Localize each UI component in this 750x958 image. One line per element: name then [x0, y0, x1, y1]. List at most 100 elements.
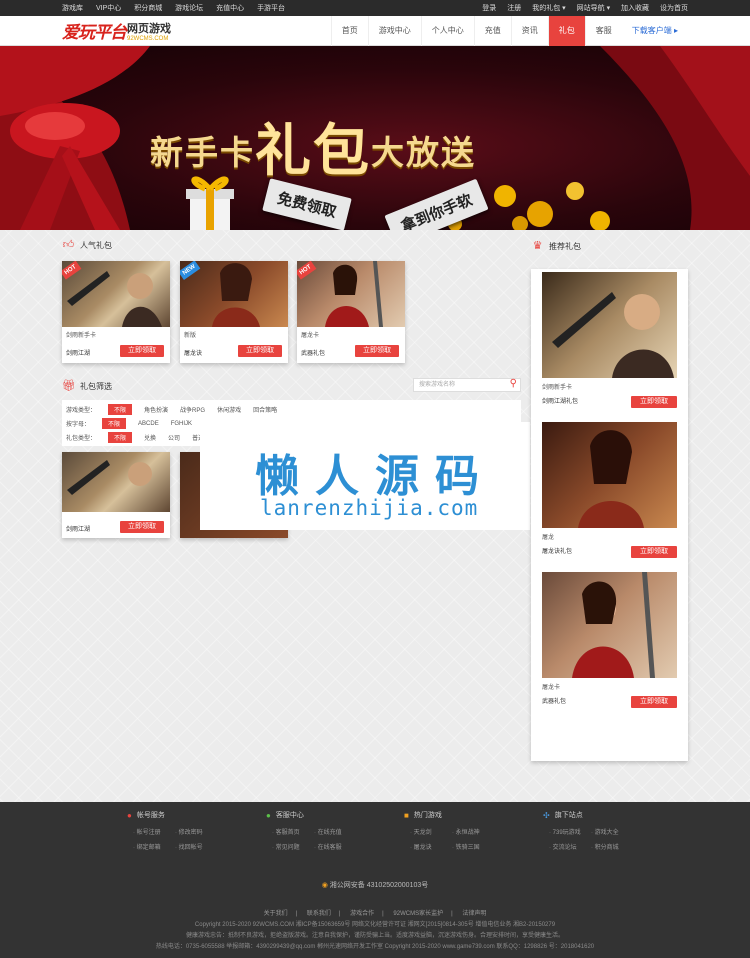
- footer-link[interactable]: 天龙剑: [410, 827, 452, 836]
- footer-link[interactable]: 交流论坛: [549, 842, 591, 851]
- login-link[interactable]: 登录: [482, 5, 496, 12]
- footer-link[interactable]: 在线客服: [314, 842, 356, 851]
- filter-option-selected[interactable]: 不限: [102, 418, 127, 429]
- download-client-link[interactable]: 下载客户端 ▸: [622, 16, 688, 46]
- claim-button[interactable]: 立即领取: [120, 345, 164, 357]
- filter-option[interactable]: FGHIJK: [171, 421, 192, 427]
- footer-link[interactable]: 游戏大全: [591, 827, 633, 836]
- nav-recharge[interactable]: 充值: [473, 15, 511, 46]
- filter-label: 礼包类型：: [66, 436, 97, 442]
- top-link-mall[interactable]: 积分商城: [134, 5, 162, 12]
- watermark-en: lanrenzhijia.com: [260, 496, 479, 520]
- footer-link[interactable]: 永恒战神: [452, 827, 494, 836]
- police-record-text[interactable]: 湘公网安备 43102502000103号: [330, 882, 428, 889]
- health-notice-line: 健康游戏忠告：抵制不良游戏，拒绝盗版游戏。注意自我保护，谨防受骗上当。适度游戏益…: [185, 933, 564, 939]
- top-link-recharge[interactable]: 充值中心: [216, 5, 244, 12]
- filter-option[interactable]: 兑换: [144, 433, 156, 442]
- search-icon[interactable]: ⚲: [510, 378, 517, 390]
- footer-col-title: 客服中心: [275, 812, 304, 819]
- filter-row-gift-type: 礼包类型： 不限 兑换 公司 普通: [66, 432, 216, 443]
- footer-link[interactable]: 739玩游戏: [549, 827, 591, 836]
- game-art: [578, 430, 644, 528]
- game-thumbnail: [542, 572, 677, 678]
- watermark-cn: 懒人源码: [255, 451, 495, 502]
- top-link-vip[interactable]: VIP中心: [96, 5, 121, 12]
- gift-card[interactable]: NEW 新版 屠龙诀 立即领取: [180, 261, 288, 363]
- footer-link[interactable]: 客服首页: [272, 827, 314, 836]
- contact-link[interactable]: 联系我们: [307, 911, 331, 917]
- register-link[interactable]: 注册: [507, 5, 521, 12]
- claim-button[interactable]: 立即领取: [631, 396, 677, 408]
- filter-option[interactable]: 公司: [168, 433, 180, 442]
- recommend-card[interactable]: 屠龙卡 武器礼包 立即领取: [542, 572, 677, 708]
- footer-link[interactable]: 常见问题: [272, 842, 314, 851]
- filter-option[interactable]: 回合策略: [253, 405, 277, 414]
- footer-link[interactable]: 积分商城: [591, 842, 633, 851]
- legal-link[interactable]: 法律声明: [462, 911, 486, 917]
- top-links-left: 游戏库 VIP中心 积分商城 游戏论坛 充值中心 手游平台: [62, 3, 296, 13]
- game-thumbnail: [542, 272, 677, 378]
- claim-button[interactable]: 立即领取: [631, 696, 677, 708]
- gift-card[interactable]: 剑雨江湖 立即领取: [62, 452, 170, 538]
- banner-title-left: 新手卡: [150, 134, 255, 171]
- footer: ● 帐号服务 帐号注册 修改密码 绑定邮箱 找回帐号 ● 客服中心 客服首页 在线充…: [0, 802, 750, 958]
- recommend-card[interactable]: 屠龙 屠龙诀礼包 立即领取: [542, 422, 677, 558]
- guardian-link[interactable]: 92WCMS家长监护: [393, 911, 443, 917]
- filter-option[interactable]: 战争RPG: [180, 405, 205, 414]
- nav-home[interactable]: 首页: [330, 15, 368, 46]
- popular-title-text: 人气礼包: [80, 241, 112, 250]
- nav-game-center[interactable]: 游戏中心: [367, 15, 421, 46]
- top-link-game-library[interactable]: 游戏库: [62, 5, 83, 12]
- recommend-card[interactable]: 剑雨新手卡 剑雨江湖礼包 立即领取: [542, 272, 677, 408]
- logo-sub-text: 网页游戏: [127, 22, 171, 35]
- footer-hotgame-col: ■ 热门游戏 天龙剑 永恒战神 屠龙诀 铁骑三国: [404, 810, 494, 852]
- footer-link[interactable]: 铁骑三国: [452, 842, 494, 851]
- site-nav-dropdown[interactable]: 网站导航 ▾: [577, 5, 610, 12]
- bookmark-link[interactable]: 加入收藏: [621, 5, 649, 12]
- recommend-title-text: 推荐礼包: [549, 242, 581, 251]
- top-link-mobile[interactable]: 手游平台: [257, 5, 285, 12]
- my-gift-dropdown[interactable]: 我的礼包 ▾: [532, 5, 565, 12]
- footer-link[interactable]: 绑定邮箱: [133, 842, 175, 851]
- nav-user-center[interactable]: 个人中心: [420, 15, 474, 46]
- search-input[interactable]: 搜索游戏名称 ⚲: [413, 378, 521, 392]
- claim-button[interactable]: 立即领取: [631, 546, 677, 558]
- top-link-forum[interactable]: 游戏论坛: [175, 5, 203, 12]
- gift-name: 屠龙: [542, 535, 555, 541]
- about-link[interactable]: 关于我们: [264, 911, 288, 917]
- filter-row-type: 游戏类型： 不限 角色扮演 战争RPG 休闲游戏 回合策略: [66, 404, 289, 415]
- site-logo[interactable]: 爱玩平台 网页游戏 92WCMS.COM: [62, 18, 171, 43]
- cooperation-link[interactable]: 游戏合作: [350, 911, 374, 917]
- footer-link[interactable]: 屠龙诀: [410, 842, 452, 851]
- filter-option-selected[interactable]: 不限: [108, 404, 133, 415]
- filter-option-selected[interactable]: 不限: [108, 432, 133, 443]
- footer-link[interactable]: 找回帐号: [175, 842, 217, 851]
- gift-name: 新版: [184, 333, 197, 339]
- crown-icon: ♛: [532, 240, 543, 252]
- thumbs-up-icon: 👍︎: [62, 239, 75, 251]
- claim-button[interactable]: 立即领取: [238, 345, 282, 357]
- user-icon: ●: [127, 810, 132, 820]
- footer-link[interactable]: 帐号注册: [133, 827, 175, 836]
- gift-card[interactable]: HOT 剑雨新手卡 剑雨江湖 立即领取: [62, 261, 170, 363]
- game-thumbnail: [62, 452, 170, 512]
- copyright-line: Copyright 2015-2020 92WCMS.COM 湘ICP备1506…: [194, 922, 556, 928]
- claim-button[interactable]: 立即领取: [120, 521, 164, 533]
- nav-news[interactable]: 资讯: [510, 15, 548, 46]
- nav-gift[interactable]: 礼包: [547, 15, 585, 46]
- footer-link[interactable]: 在线充值: [314, 827, 356, 836]
- set-homepage-link[interactable]: 设为首页: [660, 5, 688, 12]
- banner-title-big: 礼包: [255, 119, 371, 182]
- gift-name: 剑雨新手卡: [66, 333, 97, 339]
- popular-gift-title: 👍︎ 人气礼包: [62, 239, 112, 252]
- claim-button[interactable]: 立即领取: [355, 345, 399, 357]
- nav-service[interactable]: 客服: [584, 15, 622, 46]
- footer-link[interactable]: 修改密码: [175, 827, 217, 836]
- filter-option[interactable]: 休闲游戏: [217, 405, 241, 414]
- filter-option[interactable]: ABCDE: [138, 421, 159, 427]
- filter-option[interactable]: 角色扮演: [144, 405, 168, 414]
- game-thumbnail: NEW: [180, 261, 288, 327]
- gift-card[interactable]: HOT 屠龙卡 武器礼包 立即领取: [297, 261, 405, 363]
- filter-label: 游戏类型：: [66, 408, 97, 414]
- footer-account-col: ● 帐号服务 帐号注册 修改密码 绑定邮箱 找回帐号: [127, 810, 217, 852]
